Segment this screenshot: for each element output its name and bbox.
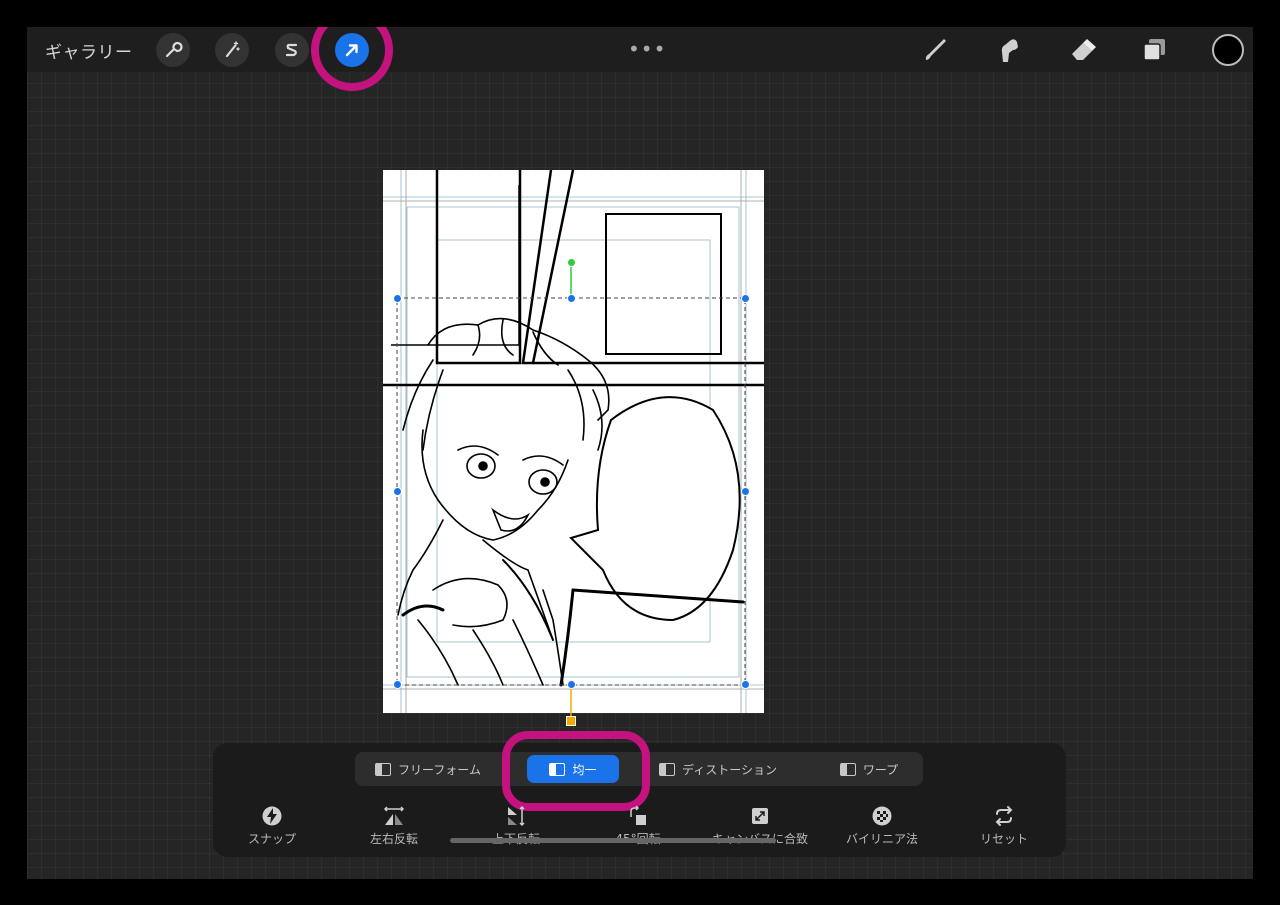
- mode-label: フリーフォーム: [398, 762, 481, 777]
- warp-icon: [839, 762, 856, 776]
- reset-button[interactable]: リセット: [944, 805, 1064, 847]
- skew-handle[interactable]: [566, 716, 576, 726]
- bilinear-button[interactable]: バイリニア法: [822, 805, 942, 847]
- mode-warp-button[interactable]: ワープ: [823, 755, 915, 783]
- mode-label: ワープ: [862, 762, 899, 777]
- option-label: 左右反転: [369, 832, 418, 846]
- transform-handle-bottom[interactable]: [567, 680, 576, 689]
- transform-handle-right[interactable]: [741, 487, 750, 496]
- snap-icon: [262, 806, 282, 826]
- procreate-screen: ギャラリー ••• フリーフォーム 均一 ディストーション ワープ スナップ 左…: [27, 27, 1253, 879]
- home-indicator[interactable]: [450, 838, 776, 843]
- uniform-highlight-ring: [502, 731, 650, 811]
- flip-horizontal-button[interactable]: 左右反転: [334, 805, 454, 847]
- freeform-icon: [375, 762, 392, 776]
- option-label: バイリニア法: [845, 832, 918, 846]
- fit-canvas-icon: [752, 808, 768, 824]
- transform-handle-top-right[interactable]: [741, 294, 750, 303]
- distort-icon: [659, 762, 676, 776]
- mode-freeform-button[interactable]: フリーフォーム: [361, 755, 495, 783]
- flip-horizontal-icon: [383, 806, 405, 825]
- rotation-handle[interactable]: [567, 258, 576, 267]
- transform-handle-top[interactable]: [567, 294, 576, 303]
- flip-vertical-icon: [508, 805, 525, 827]
- reset-icon: [995, 806, 1013, 826]
- mode-label: ディストーション: [682, 762, 777, 777]
- snap-button[interactable]: スナップ: [212, 805, 332, 847]
- transform-handle-top-left[interactable]: [393, 294, 402, 303]
- option-label: リセット: [979, 832, 1028, 846]
- mode-distort-button[interactable]: ディストーション: [645, 755, 791, 783]
- transform-handle-left[interactable]: [393, 487, 402, 496]
- option-label: スナップ: [247, 832, 296, 846]
- rotate-45-icon: [630, 805, 646, 825]
- bilinear-icon: [872, 806, 892, 826]
- transform-handle-bottom-right[interactable]: [741, 680, 750, 689]
- transform-handle-bottom-left[interactable]: [393, 680, 402, 689]
